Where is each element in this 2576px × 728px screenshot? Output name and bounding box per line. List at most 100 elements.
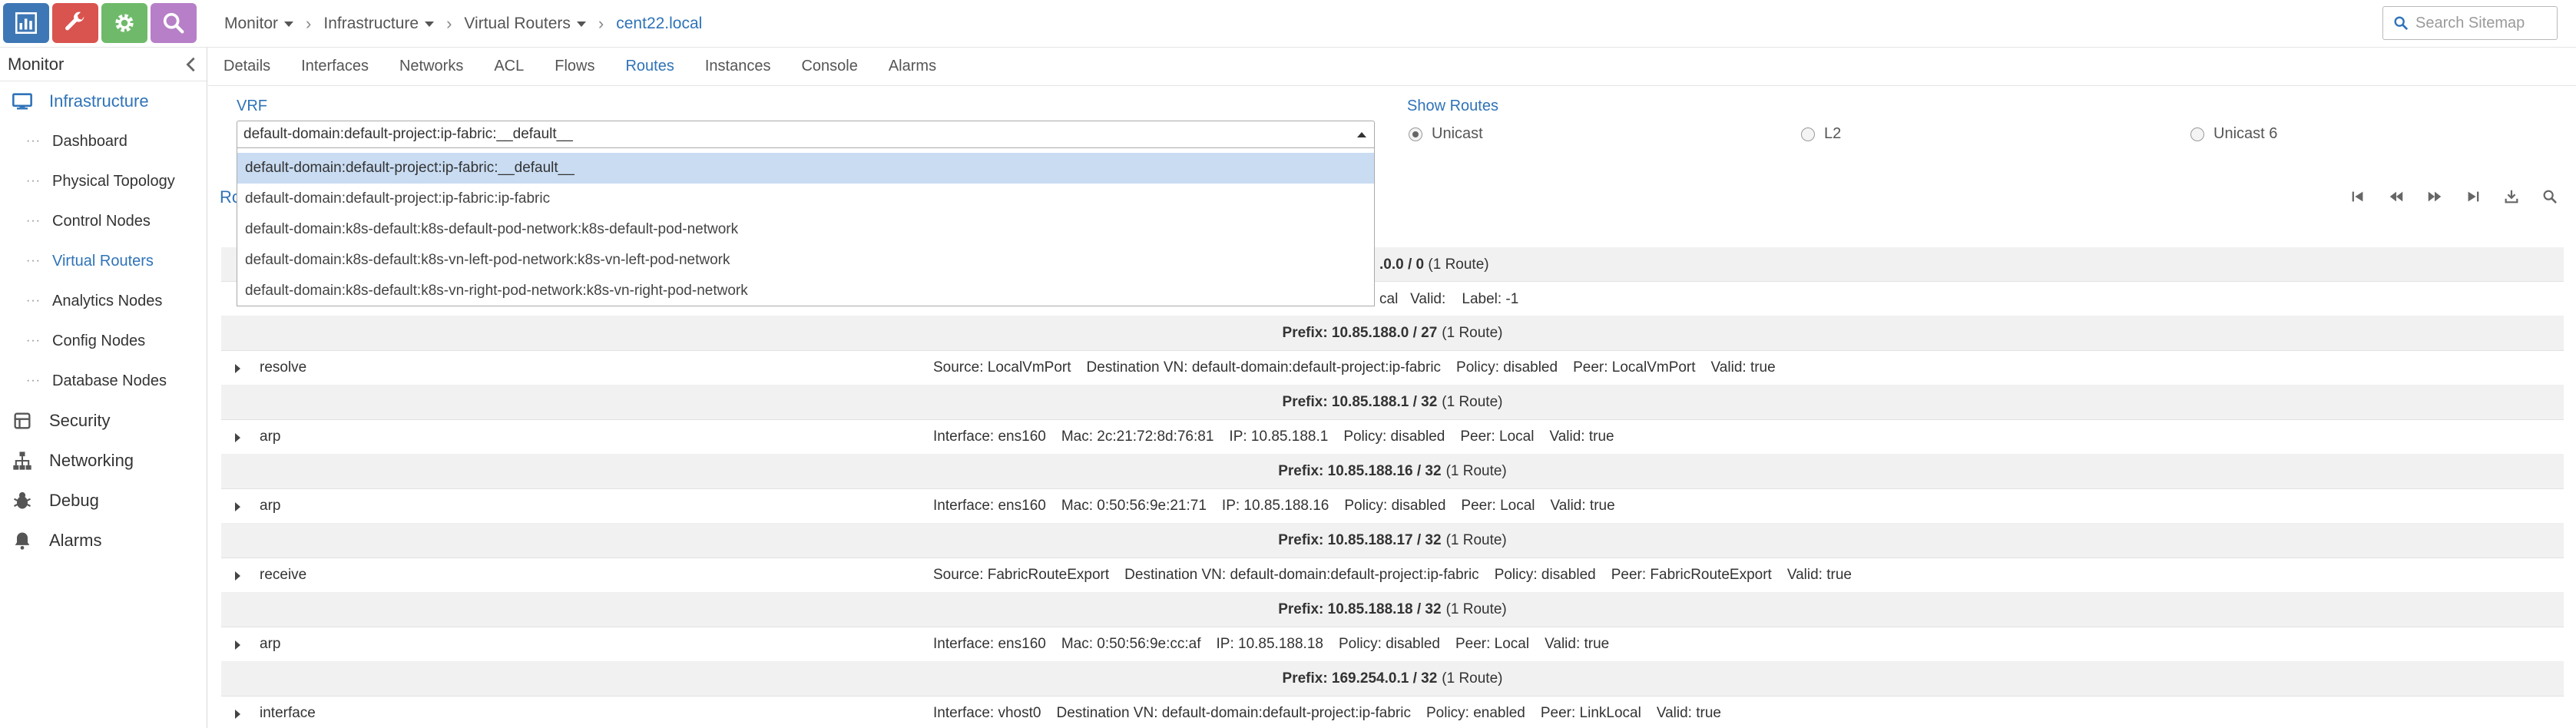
route-field: Valid: true [1545,636,1610,652]
radio-unicast-6[interactable]: Unicast 6 [2190,125,2277,143]
route-field: Mac: 0:50:56:9e:cc:af [1061,636,1201,652]
tab-instances[interactable]: Instances [705,58,771,75]
prefix-row: Prefix: 10.85.188.16 / 32 (1 Route) [221,455,2564,489]
show-routes-label: Show Routes [1407,98,1498,114]
tab-routes[interactable]: Routes [625,58,674,75]
prefix-value: Prefix: 10.85.188.18 / 32 [1278,601,1442,617]
tab-console[interactable]: Console [801,58,857,75]
bell-icon [11,529,34,552]
tree-dots: ··· [26,254,41,267]
query-button[interactable] [151,3,197,43]
next-page-icon[interactable] [2425,187,2444,206]
route-details: Interface: vhost0 Destination VN: default… [933,705,1737,722]
tab-interfaces[interactable]: Interfaces [301,58,369,75]
previous-page-icon[interactable] [2387,187,2405,206]
sidebar-item-debug[interactable]: Debug [0,481,207,521]
search-icon[interactable] [2541,187,2559,206]
download-icon[interactable] [2502,187,2521,206]
route-count: (1 Route) [1442,670,1503,687]
sidebar-item-analytics-nodes[interactable]: ··· Analytics Nodes [0,281,207,321]
wrench-icon [65,12,84,31]
route-row: interface Interface: vhost0 Destination VN… [221,697,2564,728]
route-details: Source: FabricRouteExport Destination VN:… [933,567,1867,584]
route-field: Policy: enabled [1425,705,1525,721]
expand-row-icon[interactable] [235,502,240,511]
prefix-row: Prefix: 10.85.188.1 / 32 (1 Route) [221,386,2564,420]
sidebar-item-virtual-routers[interactable]: ··· Virtual Routers [0,241,207,281]
sidebar-item-config-nodes[interactable]: ··· Config Nodes [0,321,207,361]
security-icon [11,409,34,432]
tab-flows[interactable]: Flows [555,58,594,75]
search-icon [163,12,184,34]
sidebar-header: Monitor [0,48,207,81]
tab-details[interactable]: Details [223,58,270,75]
route-count: (1 Route) [1445,532,1507,548]
sidebar-item-infrastructure[interactable]: Infrastructure [0,81,207,121]
route-field: Mac: 0:50:56:9e:21:71 [1061,498,1207,514]
monitor-button[interactable] [3,3,49,43]
prefix-row: Prefix: 10.85.188.18 / 32 (1 Route) [221,593,2564,627]
route-field: Policy: disabled [1456,359,1558,376]
route-field: Interface: ens160 [933,429,1046,445]
breadcrumb-current[interactable]: cent22.local [616,15,702,33]
sidebar-item-security[interactable]: Security [0,401,207,441]
tree-dots: ··· [26,374,41,387]
route-field: Peer: Local [1461,498,1535,514]
route-field: Interface: vhost0 [933,705,1041,721]
tab-alarms[interactable]: Alarms [889,58,936,75]
route-row: arp Interface: ens160 Mac: 2c:21:72:8d:76:… [221,420,2564,455]
route-type: receive [260,567,307,583]
radio-l2[interactable]: L2 [1801,125,1841,143]
sidebar-item-dashboard[interactable]: ··· Dashboard [0,121,207,161]
sitemap-search[interactable] [2382,6,2558,40]
breadcrumb-separator: › [306,14,312,33]
vrf-option[interactable]: default-domain:default-project:ip-fabric… [237,184,1374,214]
breadcrumb-infrastructure[interactable]: Infrastructure [323,15,435,33]
tree-dots: ··· [26,134,41,147]
prefix-value: Prefix: 10.85.188.1 / 32 [1282,394,1438,410]
vrf-option[interactable]: default-domain:default-project:ip-fabric… [237,153,1374,184]
sidebar-item-database-nodes[interactable]: ··· Database Nodes [0,361,207,401]
collapse-sidebar-icon[interactable] [182,55,200,74]
vrf-select[interactable]: default-domain:default-project:ip-fabric… [237,121,1375,148]
radio-button-icon[interactable] [2190,127,2204,141]
vrf-option[interactable]: default-domain:k8s-default:k8s-vn-left-p… [237,245,1374,276]
route-field: Source: LocalVmPort [933,359,1071,376]
route-field: Peer: LinkLocal [1540,705,1641,721]
configure-button[interactable] [52,3,98,43]
expand-row-icon[interactable] [235,364,240,373]
breadcrumb-separator: › [446,14,452,33]
prefix-row: Prefix: 10.85.188.17 / 32 (1 Route) [221,524,2564,558]
settings-button[interactable] [101,3,147,43]
expand-row-icon[interactable] [235,571,240,581]
radio-button-icon[interactable] [1409,127,1422,141]
sidebar-item-physical-topology[interactable]: ··· Physical Topology [0,161,207,201]
search-icon [2394,16,2408,30]
tab-networks[interactable]: Networks [399,58,463,75]
sidebar-item-control-nodes[interactable]: ··· Control Nodes [0,201,207,241]
breadcrumb-virtual-routers[interactable]: Virtual Routers [464,15,586,33]
route-field: IP: 10.85.188.18 [1216,636,1323,652]
expand-row-icon[interactable] [235,640,240,650]
last-page-icon[interactable] [2464,187,2482,206]
sitemap-search-input[interactable] [2415,14,2554,32]
sidebar-item-networking[interactable]: Networking [0,441,207,481]
route-count: (1 Route) [1442,394,1503,410]
vrf-option[interactable]: default-domain:k8s-default:k8s-default-p… [237,214,1374,245]
tree-dots: ··· [26,334,41,347]
radio-button-icon[interactable] [1801,127,1815,141]
prefix-row: Prefix: 10.85.188.0 / 27 (1 Route) [221,316,2564,351]
sidebar-item-alarms[interactable]: Alarms [0,521,207,561]
expand-row-icon[interactable] [235,433,240,442]
tab-acl[interactable]: ACL [494,58,524,75]
tree-dots: ··· [26,214,41,227]
first-page-icon[interactable] [2349,187,2367,206]
route-field: IP: 10.85.188.16 [1221,498,1329,514]
breadcrumb-monitor[interactable]: Monitor [224,15,294,33]
expand-row-icon[interactable] [235,710,240,719]
vrf-option[interactable]: default-domain:k8s-default:k8s-vn-right-… [237,276,1374,306]
route-field: Valid: true [1786,567,1852,583]
routes-grid: Prefix: 10.85.188.0 / 27 (1 Route) resolve… [221,316,2564,728]
caret-down-icon [284,21,294,27]
radio-unicast[interactable]: Unicast [1409,125,1483,143]
